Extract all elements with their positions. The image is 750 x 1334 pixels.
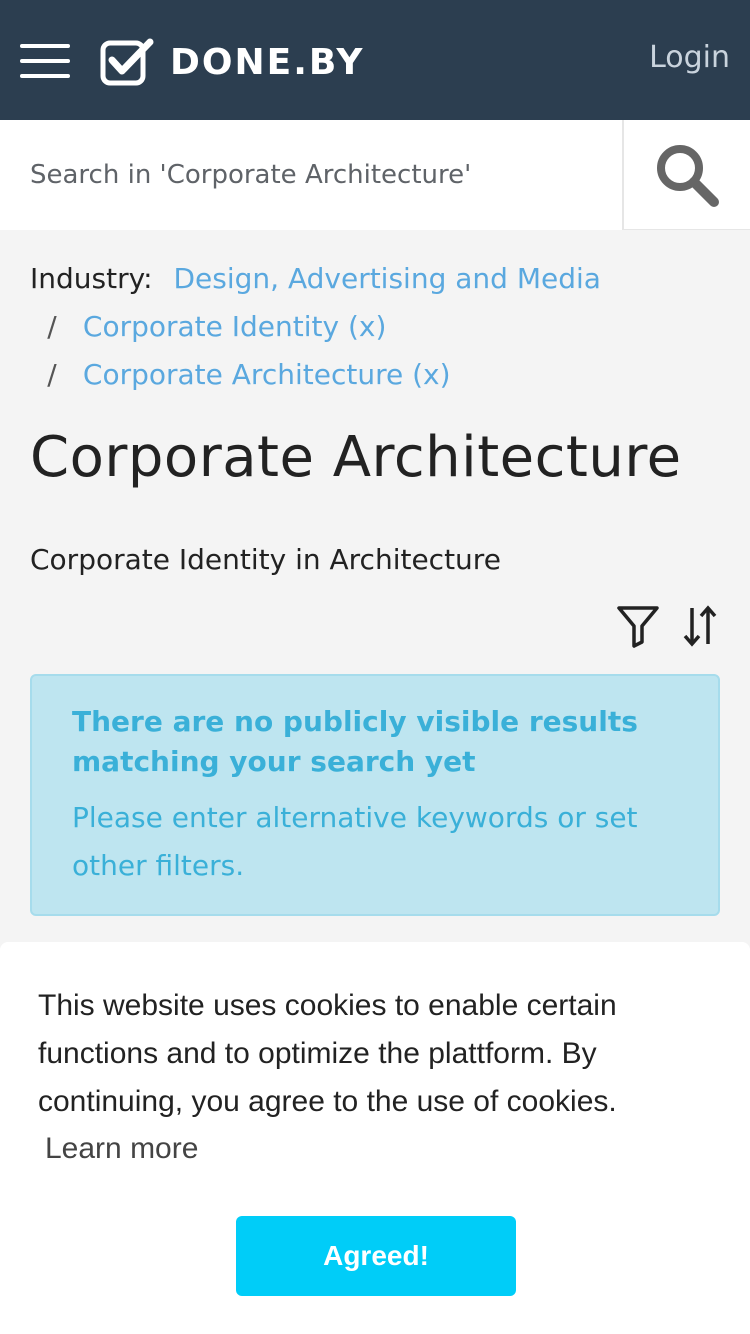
cookie-text: This website uses cookies to enable cert… [38, 989, 617, 1118]
breadcrumb-separator: / [47, 358, 57, 391]
search-icon [657, 145, 719, 207]
page-subtitle: Corporate Identity in Architecture [30, 543, 501, 576]
checkbox-logo-icon [100, 38, 154, 86]
list-tools [616, 604, 722, 648]
filter-icon[interactable] [616, 604, 660, 648]
alert-text: Please enter alternative keywords or set… [72, 801, 638, 882]
no-results-alert: There are no publicly visible results ma… [30, 674, 720, 916]
login-link[interactable]: Login [649, 40, 730, 75]
breadcrumb-industry-link[interactable]: Design, Advertising and Media [173, 262, 600, 295]
breadcrumb-corporate-architecture-link[interactable]: Corporate Architecture (x) [83, 358, 451, 391]
breadcrumb-label: Industry: [30, 262, 153, 295]
breadcrumb-corporate-identity-link[interactable]: Corporate Identity (x) [83, 310, 387, 343]
top-header: DONE.BY Login [0, 0, 750, 120]
agree-button[interactable]: Agreed! [236, 1216, 516, 1296]
sort-icon[interactable] [678, 604, 722, 648]
menu-icon[interactable] [20, 44, 70, 78]
alert-title: There are no publicly visible results ma… [72, 705, 638, 778]
logo[interactable]: DONE.BY [100, 38, 364, 86]
search-button[interactable] [622, 120, 750, 230]
cookie-banner: This website uses cookies to enable cert… [0, 942, 750, 1334]
page-title: Corporate Architecture [30, 425, 682, 490]
logo-text: DONE.BY [170, 41, 365, 83]
breadcrumb: Industry: Design, Advertising and Media … [30, 255, 730, 399]
learn-more-link[interactable]: Learn more [45, 1132, 198, 1166]
search-input[interactable] [0, 120, 622, 230]
breadcrumb-separator: / [47, 310, 57, 343]
search-bar [0, 120, 750, 230]
